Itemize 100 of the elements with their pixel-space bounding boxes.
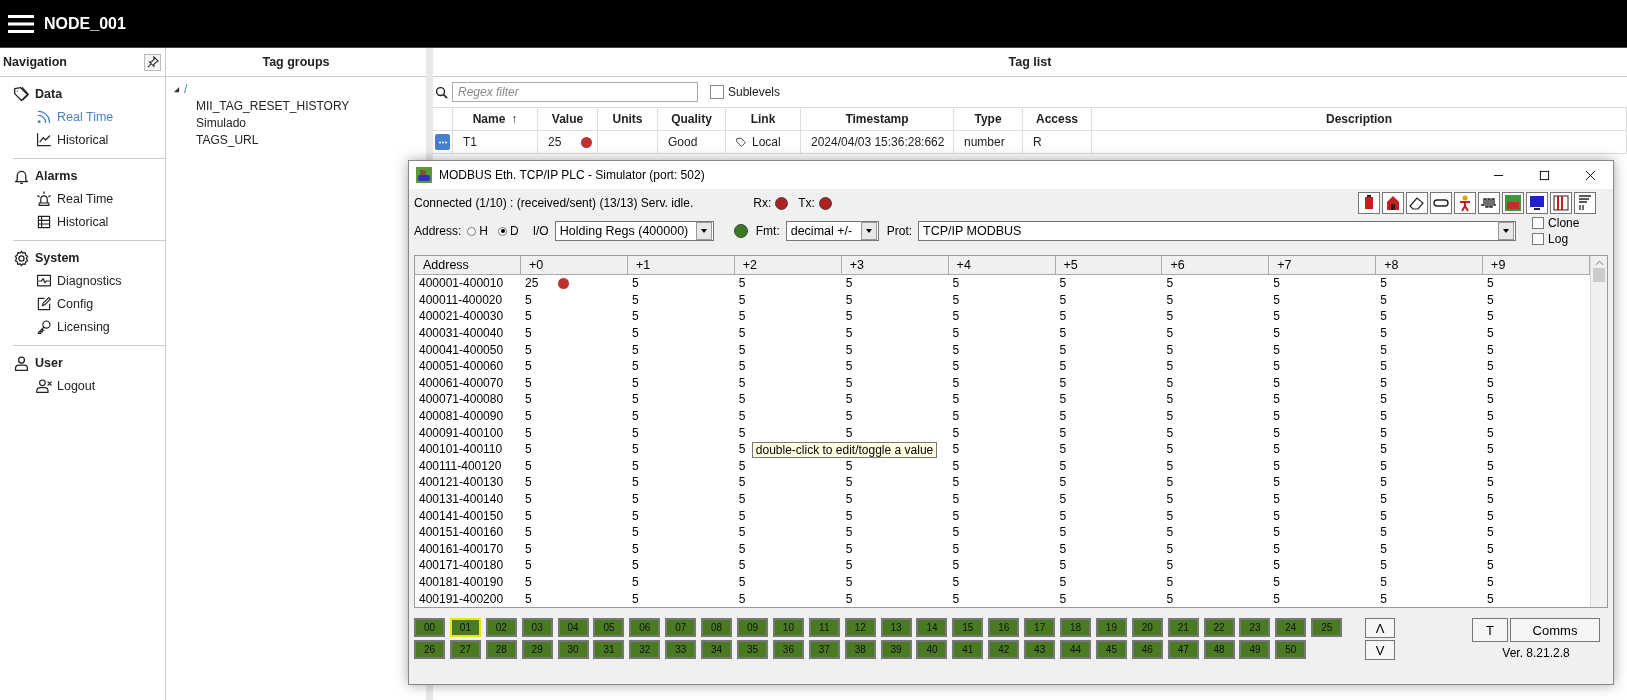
- value-cell[interactable]: 5: [1059, 409, 1067, 424]
- filter-field[interactable]: Regex filter: [452, 82, 698, 102]
- value-cell[interactable]: 5: [525, 442, 532, 457]
- value-cell[interactable]: 5: [631, 475, 639, 490]
- page-button[interactable]: 05: [593, 618, 625, 637]
- value-cell[interactable]: 5: [1487, 442, 1494, 457]
- value-cell[interactable]: 5: [525, 475, 532, 490]
- page-button[interactable]: 43: [1024, 640, 1056, 659]
- value-cell[interactable]: 5: [738, 525, 746, 540]
- value-cell[interactable]: 5: [631, 425, 639, 440]
- value-cell[interactable]: 5: [631, 342, 639, 357]
- page-button[interactable]: 01: [449, 618, 481, 637]
- page-button[interactable]: 07: [665, 618, 697, 637]
- value-cell[interactable]: 5: [738, 359, 746, 374]
- value-cell[interactable]: 5: [1273, 276, 1280, 291]
- value-cell[interactable]: 5: [525, 492, 532, 506]
- value-cell[interactable]: 5: [1273, 475, 1280, 490]
- value-cell[interactable]: 5: [1273, 425, 1280, 440]
- value-cell[interactable]: 5: [1059, 425, 1067, 440]
- checkbox[interactable]: [1532, 233, 1545, 245]
- value-cell[interactable]: 5: [525, 425, 532, 440]
- value-cell[interactable]: 5: [1166, 342, 1174, 357]
- page-button[interactable]: 41: [952, 640, 984, 659]
- column-header[interactable]: Type: [974, 112, 1002, 126]
- page-button[interactable]: 23: [1239, 618, 1271, 637]
- page-button[interactable]: 15: [952, 618, 984, 637]
- value-cell[interactable]: 5: [525, 409, 532, 424]
- value-cell[interactable]: 5: [525, 575, 532, 589]
- value-cell[interactable]: 5: [1380, 392, 1387, 407]
- value-cell[interactable]: 5: [1380, 326, 1387, 341]
- value-cell[interactable]: 5: [631, 375, 639, 390]
- radio-button[interactable]: [467, 226, 477, 236]
- column-header[interactable]: +6: [1162, 256, 1270, 274]
- value-cell[interactable]: 5: [1273, 292, 1280, 307]
- value-cell[interactable]: 5: [952, 292, 960, 307]
- dropdown[interactable]: Holding Regs (400000): [554, 221, 714, 241]
- more-button[interactable]: [435, 134, 450, 150]
- value-cell[interactable]: 5: [1166, 359, 1174, 374]
- dialog-button[interactable]: Comms: [1510, 618, 1600, 642]
- value-cell[interactable]: 5: [1059, 359, 1067, 374]
- value-cell[interactable]: 5: [952, 458, 960, 473]
- value-cell[interactable]: 5: [1059, 575, 1067, 589]
- value-cell[interactable]: 5: [738, 409, 746, 424]
- nav-item[interactable]: Real Time: [13, 105, 165, 128]
- value-cell[interactable]: 5: [738, 276, 746, 291]
- value-cell[interactable]: 5: [845, 326, 853, 341]
- page-button[interactable]: 08: [701, 618, 733, 637]
- value-cell[interactable]: 5: [738, 425, 746, 440]
- value-cell[interactable]: 5: [1166, 475, 1174, 490]
- page-button[interactable]: 06: [629, 618, 661, 637]
- value-cell[interactable]: 5: [845, 575, 853, 589]
- column-header[interactable]: +9: [1483, 256, 1590, 274]
- column-header[interactable]: Value: [551, 112, 584, 126]
- value-cell[interactable]: 5: [952, 375, 960, 390]
- value-cell[interactable]: 5: [738, 458, 746, 473]
- value-cell[interactable]: 5: [1380, 375, 1387, 390]
- value-cell[interactable]: 5: [1487, 392, 1494, 407]
- page-button[interactable]: 10: [772, 618, 804, 637]
- value-cell[interactable]: 5: [952, 508, 960, 523]
- value-cell[interactable]: 5: [1059, 392, 1067, 407]
- value-cell[interactable]: 5: [525, 375, 532, 390]
- column-header[interactable]: Address: [415, 256, 521, 274]
- battery-icon[interactable]: [1358, 192, 1380, 214]
- checkbox[interactable]: [1532, 217, 1545, 229]
- value-cell[interactable]: 5: [845, 392, 853, 407]
- value-cell[interactable]: 5: [631, 508, 639, 523]
- value-cell[interactable]: 5: [1487, 276, 1494, 291]
- value-cell[interactable]: 5: [1166, 525, 1174, 540]
- value-cell[interactable]: 5: [1166, 541, 1174, 556]
- page-button[interactable]: 19: [1095, 618, 1127, 637]
- column-header[interactable]: +7: [1269, 256, 1377, 274]
- value-cell[interactable]: 5: [738, 392, 746, 407]
- dropdown[interactable]: decimal +/-: [785, 221, 879, 241]
- value-cell[interactable]: 5: [845, 375, 853, 390]
- value-cell[interactable]: 5: [952, 442, 960, 457]
- value-cell[interactable]: 5: [845, 458, 853, 473]
- value-cell[interactable]: 5: [738, 342, 746, 357]
- figure-icon[interactable]: [1454, 192, 1476, 214]
- value-cell[interactable]: 5: [1166, 425, 1174, 440]
- page-button[interactable]: 14: [916, 618, 948, 637]
- page-button[interactable]: 37: [808, 640, 840, 659]
- value-cell[interactable]: 5: [952, 342, 960, 357]
- value-cell[interactable]: 5: [631, 558, 639, 573]
- value-cell[interactable]: 5: [845, 508, 853, 523]
- value-cell[interactable]: 5: [952, 475, 960, 490]
- page-scroll-button[interactable]: Λ: [1365, 618, 1395, 638]
- value-cell[interactable]: 5: [845, 342, 853, 357]
- value-cell[interactable]: 5: [952, 276, 960, 291]
- nav-item[interactable]: Config: [13, 292, 165, 315]
- value-cell[interactable]: 5: [631, 541, 639, 556]
- column-header[interactable]: Link: [750, 112, 776, 126]
- value-cell[interactable]: 5: [738, 326, 746, 341]
- value-cell[interactable]: 5: [845, 359, 853, 374]
- tree-node[interactable]: MII_TAG_RESET_HISTORY: [196, 98, 350, 113]
- value-cell[interactable]: 5: [1487, 309, 1494, 324]
- value-cell[interactable]: 5: [1380, 309, 1387, 324]
- value-cell[interactable]: 5: [525, 392, 532, 407]
- value-cell[interactable]: 5: [525, 359, 532, 374]
- column-header[interactable]: +1: [627, 256, 735, 274]
- value-cell[interactable]: 5: [1487, 525, 1494, 540]
